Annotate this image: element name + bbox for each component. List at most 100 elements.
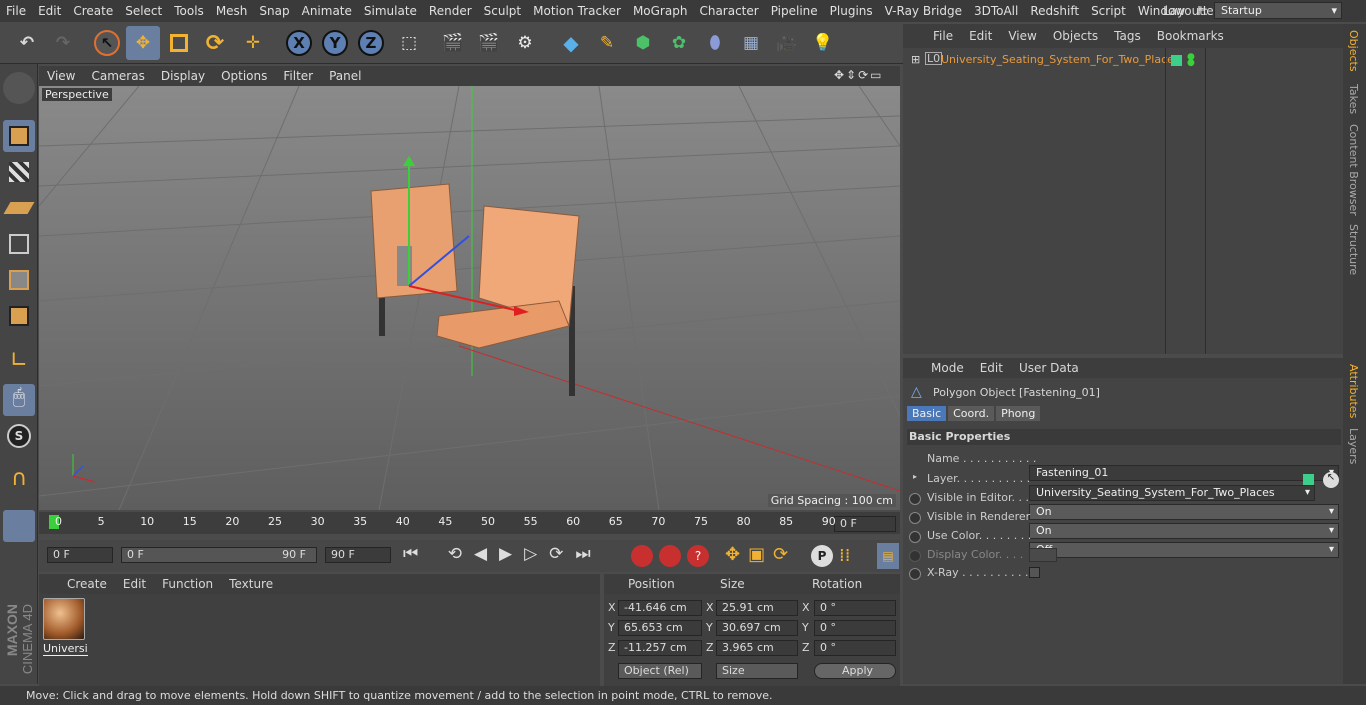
parameter-key-icon[interactable]: P [811,545,833,567]
camera-icon[interactable]: 🎥 [770,26,804,60]
deformer-icon[interactable]: ⬮ [698,26,732,60]
menu-item-tools[interactable]: Tools [168,4,210,18]
material-thumbnail[interactable] [43,598,85,640]
material-menu-function[interactable]: Function [154,577,221,591]
rotation-x-field[interactable]: 0 ° [814,600,896,616]
objects-menu-bookmarks[interactable]: Bookmarks [1149,29,1232,43]
key-type-icons[interactable]: ✥▣⟳ [725,544,796,565]
floor-icon[interactable]: ▦ [734,26,768,60]
tab-coord[interactable]: Coord. [948,406,995,421]
side-tab-layers[interactable]: Layers [1347,428,1360,464]
keyframe-selection-icon[interactable]: ? [687,545,709,567]
menu-item-sculpt[interactable]: Sculpt [478,4,527,18]
menu-item-render[interactable]: Render [423,4,478,18]
coordinate-mode-dropdown[interactable]: Object (Rel) [618,663,702,679]
rotation-y-field[interactable]: 0 ° [814,620,896,636]
viewport-menu-filter[interactable]: Filter [275,69,321,83]
visible-renderer-radio[interactable] [909,512,921,524]
cube-primitive-icon[interactable]: ◆ [554,26,588,60]
make-editable-icon[interactable] [3,72,35,104]
size-y-field[interactable]: 30.697 cm [716,620,798,636]
perspective-viewport[interactable]: Perspective Grid Spacing : 100 cm [39,86,900,510]
redo-icon[interactable]: ↷ [46,26,80,60]
menu-item-snap[interactable]: Snap [253,4,295,18]
material-name[interactable]: Universi [43,642,88,656]
xray-checkbox[interactable] [1029,567,1040,578]
current-frame-field[interactable]: 0 F [834,516,896,532]
rotation-z-field[interactable]: 0 ° [814,640,896,656]
z-axis-lock-button[interactable]: Z [354,26,388,60]
size-x-field[interactable]: 25.91 cm [716,600,798,616]
menu-item-select[interactable]: Select [119,4,168,18]
layer-color-icon[interactable] [1171,55,1182,66]
spline-pen-icon[interactable]: ✎ [590,26,624,60]
texture-mode-icon[interactable] [3,156,35,188]
material-menu-create[interactable]: Create [59,577,115,591]
viewport-menu-panel[interactable]: Panel [321,69,369,83]
menu-item-character[interactable]: Character [693,4,764,18]
magnet-icon[interactable]: ∩ [3,466,35,498]
model-mode-icon[interactable] [3,120,35,152]
workplane-mode-icon[interactable] [3,192,35,224]
render-settings-icon[interactable]: ⚙ [508,26,542,60]
menu-item-redshift[interactable]: Redshift [1024,4,1085,18]
position-y-field[interactable]: 65.653 cm [618,620,702,636]
playback-controls[interactable]: ⏮ ⟲◀▶▷⟳⏭ [403,544,603,564]
render-picture-viewer-icon[interactable]: 🎬 [472,26,506,60]
mograph-cloner-icon[interactable]: ✿ [662,26,696,60]
end-frame-field[interactable]: 90 F [325,547,391,563]
menu-item-animate[interactable]: Animate [296,4,358,18]
menu-item-script[interactable]: Script [1085,4,1132,18]
size-mode-dropdown[interactable]: Size [716,663,798,679]
viewport-menu-view[interactable]: View [39,69,83,83]
visible-editor-radio[interactable] [909,493,921,505]
menu-item-edit[interactable]: Edit [32,4,67,18]
position-z-field[interactable]: -11.257 cm [618,640,702,656]
rotate-tool-icon[interactable]: ⟳ [198,26,232,60]
objects-menu-view[interactable]: View [1000,29,1044,43]
pla-key-icon[interactable]: ⁞⁞ [839,545,861,567]
viewport-menu-cameras[interactable]: Cameras [83,69,152,83]
viewport-menu-options[interactable]: Options [213,69,275,83]
lock-workplane-icon[interactable] [3,546,35,578]
tab-basic[interactable]: Basic [907,406,947,421]
visibility-dots-icon[interactable]: ● ● [1187,53,1195,68]
objects-menu-edit[interactable]: Edit [961,29,1000,43]
frame-range-slider[interactable]: 0 F 90 F [121,547,317,563]
material-menu-edit[interactable]: Edit [115,577,154,591]
viewport-nav-icons[interactable]: ✥⇕⟳▭ [834,68,884,82]
record-keyframe-icon[interactable] [631,545,653,567]
display-color-swatch[interactable] [1029,548,1057,562]
tweak-mode-icon[interactable]: 🖱 [3,384,35,416]
side-tab-takes[interactable]: Takes [1347,84,1360,114]
layer-picker-icon[interactable]: ↖ [1323,472,1339,488]
expand-icon[interactable]: ⊞ [911,53,920,66]
size-z-field[interactable]: 3.965 cm [716,640,798,656]
use-color-radio[interactable] [909,531,921,543]
menu-item-create[interactable]: Create [67,4,119,18]
attributes-menu-user-data[interactable]: User Data [1011,361,1087,375]
undo-icon[interactable]: ↶ [10,26,44,60]
transform-tool-icon[interactable]: ✛ [236,26,270,60]
side-tab-objects[interactable]: Objects [1347,30,1360,72]
coordinate-system-icon[interactable]: ⬚ [392,26,426,60]
display-color-radio[interactable] [909,550,921,562]
menu-item-mograph[interactable]: MoGraph [627,4,694,18]
layout-dropdown[interactable]: Startup ▾ [1214,2,1342,19]
menu-item-file[interactable]: File [0,4,32,18]
subdivision-icon[interactable]: ⬢ [626,26,660,60]
objects-menu-tags[interactable]: Tags [1106,29,1149,43]
scale-tool-icon[interactable] [162,26,196,60]
attributes-menu-mode[interactable]: Mode [923,361,972,375]
select-cursor-icon[interactable]: ↖ [90,26,124,60]
menu-item-mesh[interactable]: Mesh [210,4,254,18]
menu-item-v-ray-bridge[interactable]: V-Ray Bridge [879,4,968,18]
edges-mode-icon[interactable] [3,264,35,296]
menu-item-plugins[interactable]: Plugins [824,4,879,18]
render-view-icon[interactable]: 🎬 [436,26,470,60]
side-tab-attributes[interactable]: Attributes [1347,364,1360,418]
objects-menu-file[interactable]: File [925,29,961,43]
workplane-grid-icon[interactable] [3,510,35,542]
snapping-icon[interactable]: S [3,420,35,452]
attributes-menu-edit[interactable]: Edit [972,361,1011,375]
